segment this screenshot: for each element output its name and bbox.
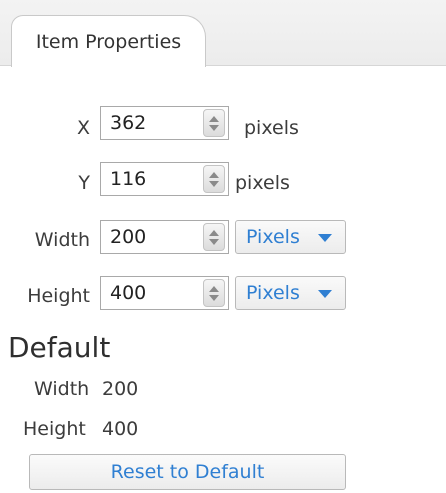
spin-up-icon[interactable] <box>209 115 219 122</box>
width-unit-dropdown[interactable]: Pixels <box>235 220 346 254</box>
height-unit-dropdown[interactable]: Pixels <box>235 276 346 310</box>
spin-up-icon[interactable] <box>209 171 219 178</box>
tab-label: Item Properties <box>35 30 182 53</box>
spin-down-icon[interactable] <box>209 294 219 301</box>
default-height-value: 400 <box>102 418 139 440</box>
width-unit-value: Pixels <box>246 226 300 248</box>
reset-to-default-button[interactable]: Reset to Default <box>29 454 346 490</box>
height-label: Height <box>27 285 90 307</box>
height-value[interactable]: 400 <box>101 282 203 304</box>
x-value[interactable]: 362 <box>101 112 203 134</box>
spinner-arrows-icon[interactable] <box>203 109 225 137</box>
spin-up-icon[interactable] <box>209 285 219 292</box>
y-spinbox[interactable]: 116 <box>100 162 229 196</box>
default-section-title: Default <box>8 331 111 364</box>
x-spinbox[interactable]: 362 <box>100 106 229 140</box>
spin-down-icon[interactable] <box>209 180 219 187</box>
x-label: X <box>76 117 90 139</box>
spinner-arrows-icon[interactable] <box>203 279 225 307</box>
x-unit: pixels <box>244 117 299 139</box>
tab-item-properties[interactable]: Item Properties <box>11 15 206 67</box>
height-unit-value: Pixels <box>246 282 300 304</box>
y-label: Y <box>78 172 90 194</box>
default-width-label: Width <box>34 378 90 400</box>
width-value[interactable]: 200 <box>101 226 203 248</box>
caret-down-icon <box>318 234 332 242</box>
reset-button-label: Reset to Default <box>110 461 265 483</box>
y-unit: pixels <box>235 172 290 194</box>
spinner-arrows-icon[interactable] <box>203 223 225 251</box>
tab-bar: Item Properties <box>0 0 446 67</box>
y-value[interactable]: 116 <box>101 168 203 190</box>
caret-down-icon <box>318 290 332 298</box>
height-spinbox[interactable]: 400 <box>100 276 229 310</box>
default-width-value: 200 <box>102 378 139 400</box>
spin-up-icon[interactable] <box>209 229 219 236</box>
width-label: Width <box>34 229 90 251</box>
width-spinbox[interactable]: 200 <box>100 220 229 254</box>
spin-down-icon[interactable] <box>209 124 219 131</box>
spin-down-icon[interactable] <box>209 238 219 245</box>
default-height-label: Height <box>23 418 86 440</box>
spinner-arrows-icon[interactable] <box>203 165 225 193</box>
